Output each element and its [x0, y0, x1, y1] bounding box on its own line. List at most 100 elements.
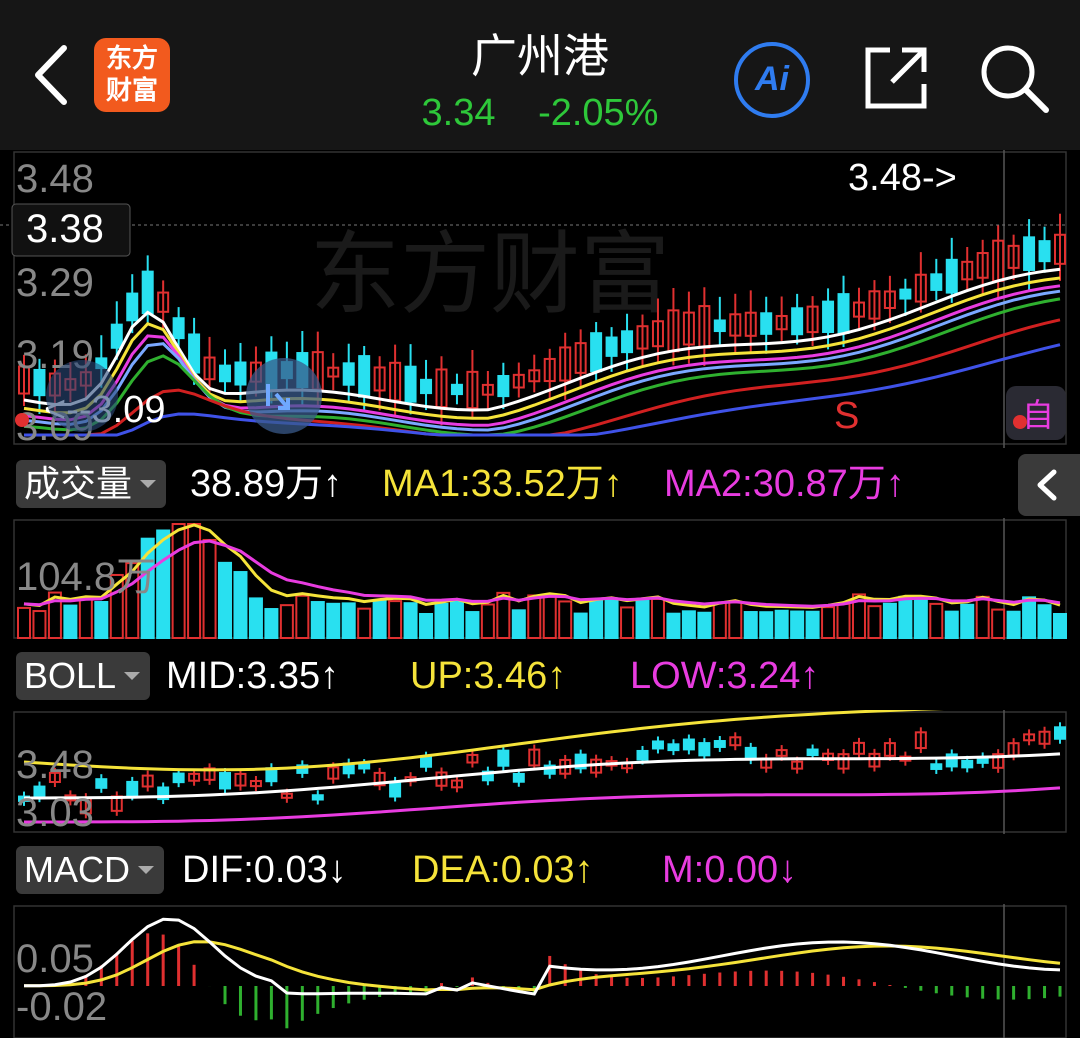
volume-bar [94, 600, 109, 639]
candle-body [1038, 240, 1051, 263]
volume-bar [635, 599, 650, 639]
volume-bar [511, 609, 526, 640]
boll-candle-body [1054, 726, 1066, 740]
volume-bar [388, 600, 403, 640]
volume-bar [279, 604, 294, 639]
boll-chart[interactable]: 3.48 3.03 [0, 710, 1080, 834]
volume-bar [326, 602, 341, 639]
candle-body [760, 312, 773, 335]
boll-candle-body [806, 748, 819, 757]
stock-change-pct: -2.05% [538, 92, 659, 134]
candle-body [899, 288, 912, 300]
volume-bar [310, 601, 325, 640]
candle-body [791, 307, 804, 336]
volume-bar [403, 602, 418, 639]
volume-bar [357, 607, 372, 639]
volume-bar [1006, 610, 1021, 640]
boll-axis-top: 3.48 [16, 743, 94, 787]
volume-bar [17, 606, 31, 640]
boll-candle-body [698, 742, 711, 757]
macd-axis-bottom: -0.02 [16, 985, 107, 1029]
volume-chart[interactable]: 104.8万 [0, 518, 1080, 640]
volume-bar [264, 608, 279, 639]
volume-bar [156, 529, 171, 640]
volume-bar [63, 604, 78, 639]
boll-candle-body [961, 759, 974, 769]
collapse-panel-button[interactable] [1018, 454, 1080, 516]
share-external-icon[interactable] [860, 42, 932, 114]
macd-indicator-selector[interactable]: MACD [16, 846, 164, 894]
boll-candle-body [420, 755, 433, 768]
boll-low: LOW:3.24↑ [630, 655, 820, 697]
floating-orb-left[interactable] [46, 360, 118, 432]
boll-candle-body [930, 763, 943, 770]
candle-body [110, 323, 123, 349]
sell-signal-marker: S [834, 395, 859, 437]
candle-body [930, 273, 943, 291]
candle-body [605, 336, 618, 357]
boll-candle-body [713, 740, 726, 748]
boll-candle-body [744, 746, 757, 761]
kline-chart[interactable]: 东方财富 3.48 3.29 3.19 3.09 3.38 3.48-> <--… [0, 150, 1080, 448]
boll-candle-body [667, 743, 680, 752]
volume-bar [681, 610, 696, 639]
volume-bar [913, 599, 928, 639]
candle-body [126, 292, 139, 322]
volume-bar [1022, 596, 1037, 639]
boll-candle-body [636, 749, 649, 761]
watermark: 东方财富 [310, 222, 670, 327]
boll-header: BOLL MID:3.35↑ UP:3.46↑ LOW:3.24↑ [0, 646, 1080, 706]
macd-selector-label: MACD [24, 849, 130, 890]
candle-body [1023, 236, 1036, 271]
self-select-label: 自 [1022, 396, 1054, 434]
volume-indicator-selector[interactable]: 成交量 [16, 460, 167, 508]
boll-candle-body [172, 772, 185, 784]
volume-selector-label: 成交量 [24, 463, 133, 504]
boll-candle-body [219, 772, 232, 790]
volume-bar [898, 595, 913, 639]
boll-lower-band [24, 786, 1061, 824]
ai-icon[interactable]: Ai [734, 42, 810, 118]
volume-ma-lines-group [23, 523, 1061, 609]
candle-body [404, 365, 417, 403]
volume-bar [728, 601, 743, 639]
macd-chart[interactable]: 0.05 -0.02 [0, 904, 1080, 1038]
volume-bar [527, 594, 542, 640]
boll-up: UP:3.46↑ [410, 655, 567, 697]
volume-bar [480, 603, 495, 639]
boll-candle-body [512, 772, 525, 783]
volume-bar [836, 602, 851, 639]
volume-bar [790, 610, 805, 639]
volume-bar [650, 598, 665, 640]
volume-bar [944, 610, 959, 639]
candle-body [342, 362, 355, 386]
drawing-tool-button[interactable] [246, 358, 322, 434]
candle-body [621, 330, 634, 354]
volume-bar [589, 599, 604, 639]
volume-bar [558, 600, 573, 639]
macd-header: MACD DIF:0.03↓ DEA:0.03↑ M:0.00↓ [0, 840, 1080, 900]
app-header: 东方 财富 广州港 3.34 -2.05% Ai [0, 0, 1080, 150]
boll-axis-bottom: 3.03 [16, 791, 94, 834]
volume-bar [1037, 604, 1052, 640]
volume-bar [202, 538, 217, 639]
volume-bar [821, 606, 836, 640]
boll-indicator-selector[interactable]: BOLL [16, 652, 151, 700]
stock-price: 3.34 [421, 92, 496, 134]
boll-selector-label: BOLL [24, 655, 117, 696]
candle-body [497, 375, 510, 398]
volume-bar [960, 603, 975, 639]
high-marker: 3.48-> [848, 157, 957, 199]
boll-candle-body [95, 778, 108, 789]
price-label-mid1: 3.29 [16, 261, 94, 305]
volume-value: 38.89万↑ [190, 463, 343, 505]
search-icon[interactable] [976, 40, 1052, 116]
crosshair-price: 3.38 [26, 207, 104, 251]
macd-dea: DEA:0.03↑ [412, 849, 594, 891]
volume-bar [1053, 612, 1067, 640]
volume-axis-label: 104.8万 [16, 555, 156, 599]
candle-body [420, 378, 433, 395]
candle-body [837, 293, 850, 334]
volume-bar [573, 612, 588, 639]
candle-body [172, 317, 185, 340]
